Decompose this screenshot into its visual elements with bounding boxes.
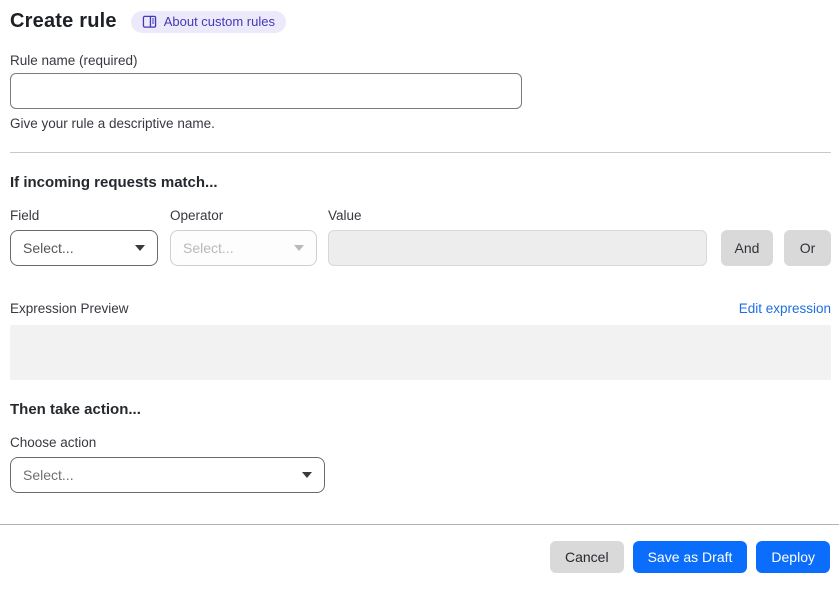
match-controls-row: Select... Select... And Or bbox=[10, 230, 831, 266]
choose-action-label: Choose action bbox=[10, 435, 97, 450]
chevron-down-icon bbox=[302, 472, 312, 478]
match-section-heading: If incoming requests match... bbox=[10, 174, 218, 191]
edit-expression-link[interactable]: Edit expression bbox=[739, 301, 831, 316]
section-divider bbox=[10, 152, 831, 153]
rule-name-input[interactable] bbox=[10, 73, 522, 109]
and-button[interactable]: And bbox=[721, 230, 773, 266]
expression-header: Expression Preview Edit expression bbox=[10, 301, 831, 316]
chevron-down-icon bbox=[135, 245, 145, 251]
operator-label: Operator bbox=[170, 208, 224, 223]
about-badge-label: About custom rules bbox=[163, 13, 275, 29]
value-input[interactable] bbox=[328, 230, 707, 266]
save-as-draft-button[interactable]: Save as Draft bbox=[632, 541, 748, 573]
choose-action-value: Select... bbox=[23, 467, 74, 483]
create-rule-page: Create rule About custom rules Rule name… bbox=[0, 0, 839, 573]
or-button[interactable]: Or bbox=[784, 230, 831, 266]
expression-preview-label: Expression Preview bbox=[10, 301, 129, 316]
deploy-button[interactable]: Deploy bbox=[756, 541, 830, 573]
field-label: Field bbox=[10, 208, 40, 223]
book-icon bbox=[142, 15, 157, 29]
value-label: Value bbox=[328, 208, 362, 223]
choose-action-select[interactable]: Select... bbox=[10, 457, 325, 493]
about-custom-rules-badge[interactable]: About custom rules bbox=[130, 10, 286, 33]
cancel-button[interactable]: Cancel bbox=[549, 541, 624, 573]
operator-select[interactable]: Select... bbox=[170, 230, 317, 266]
operator-select-value: Select... bbox=[183, 240, 234, 256]
field-select-value: Select... bbox=[23, 240, 74, 256]
title-row: Create rule About custom rules bbox=[10, 10, 831, 33]
rule-name-help: Give your rule a descriptive name. bbox=[10, 116, 215, 131]
match-labels-row: Field Operator Value bbox=[10, 208, 831, 223]
expression-preview-panel bbox=[10, 325, 831, 380]
field-select[interactable]: Select... bbox=[10, 230, 158, 266]
action-section-heading: Then take action... bbox=[10, 401, 141, 418]
chevron-down-icon bbox=[294, 245, 304, 251]
rule-name-label: Rule name (required) bbox=[10, 53, 138, 68]
footer-actions: Cancel Save as Draft Deploy bbox=[10, 541, 831, 573]
page-title: Create rule bbox=[10, 10, 117, 32]
footer-divider bbox=[0, 524, 839, 525]
